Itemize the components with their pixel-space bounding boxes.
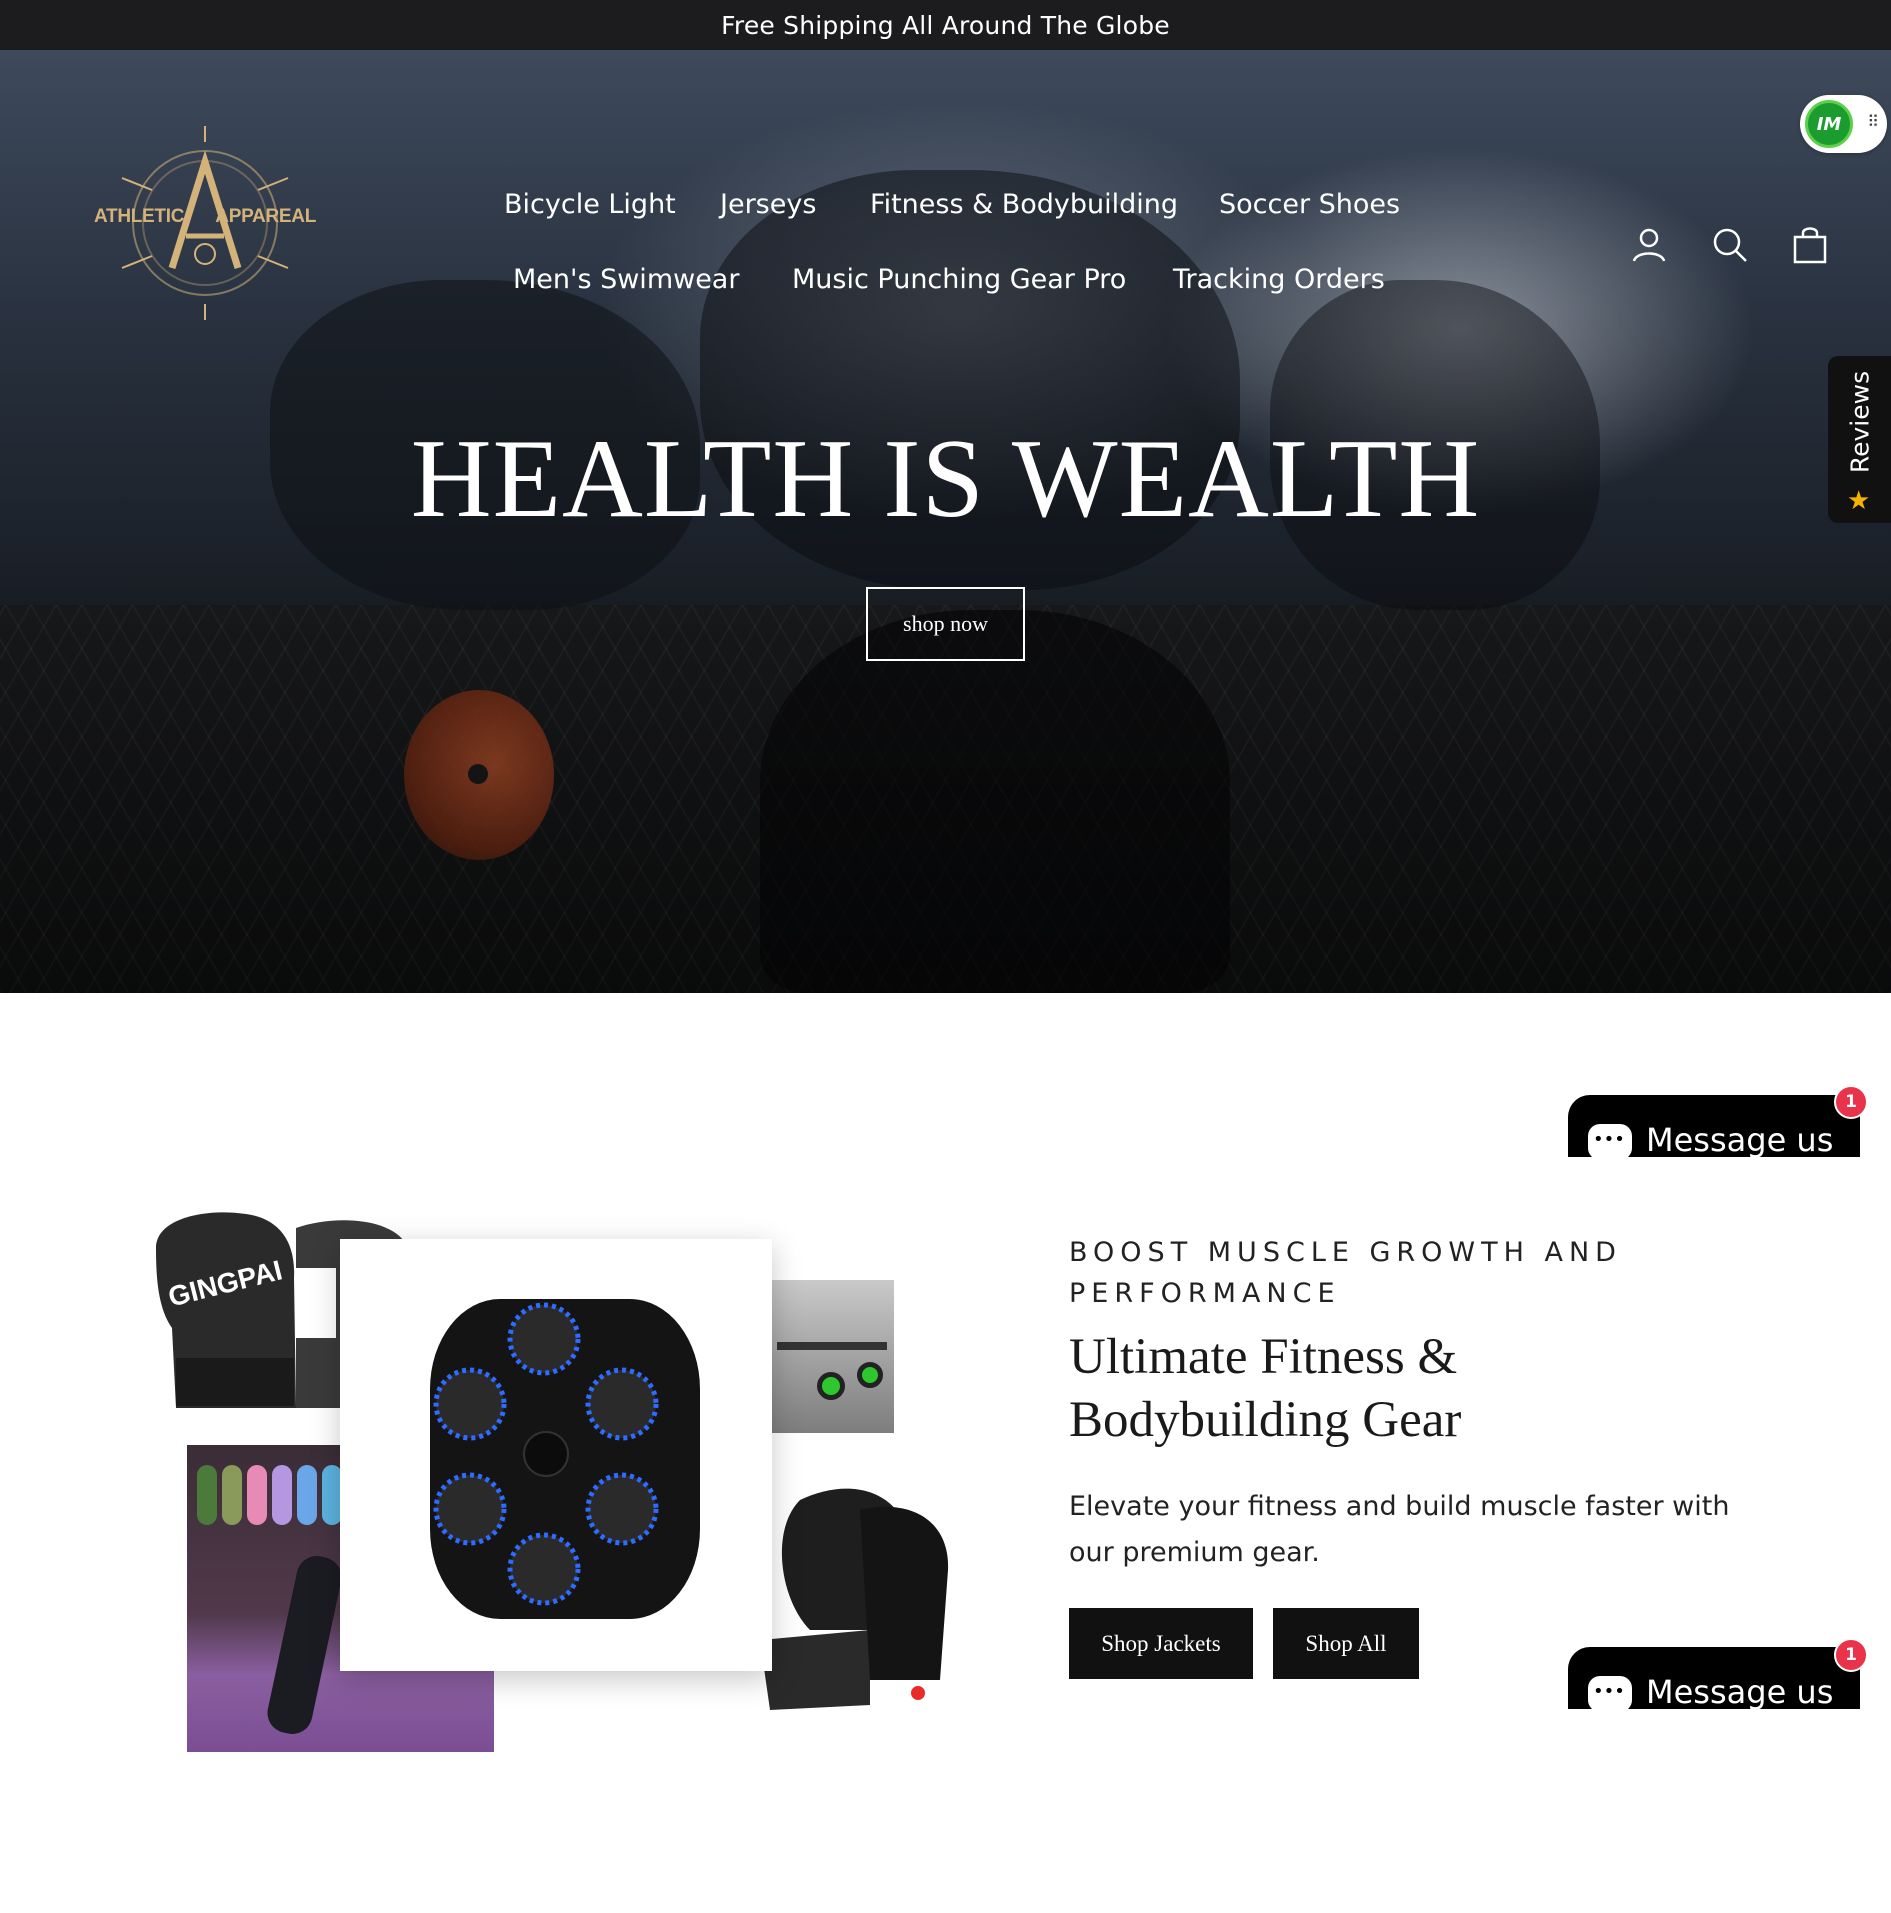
account-icon[interactable] xyxy=(1629,225,1669,265)
boxing-gloves-icon xyxy=(760,1488,949,1710)
chat-bubble-icon xyxy=(1588,1676,1632,1709)
nav-item-soccer-shoes[interactable]: Soccer Shoes xyxy=(1219,189,1400,220)
message-count-badge: 1 xyxy=(1834,1638,1868,1672)
shop-now-button[interactable]: shop now xyxy=(866,587,1025,661)
shop-all-button[interactable]: Shop All xyxy=(1273,1608,1419,1679)
punching-pad-icon xyxy=(430,1299,700,1619)
music-punching-machine-image xyxy=(340,1239,772,1671)
logo-word-left: ATHLETIC xyxy=(94,206,185,227)
boxing-gloves-image xyxy=(740,1480,960,1720)
chat-bubble-icon xyxy=(1588,1124,1632,1157)
reviews-label: Reviews xyxy=(1845,370,1875,474)
message-us-label: Message us xyxy=(1646,1121,1834,1157)
message-us-button[interactable]: Message us xyxy=(1568,1647,1860,1709)
message-count-badge: 1 xyxy=(1834,1085,1868,1119)
feature-title: Ultimate Fitness & Bodybuilding Gear xyxy=(1069,1329,1462,1448)
message-us-label: Message us xyxy=(1646,1673,1834,1709)
nav-item-music-punching-gear-pro[interactable]: Music Punching Gear Pro xyxy=(792,264,1126,295)
brand-logo[interactable]: ATHLETIC APPAREAL xyxy=(92,118,318,328)
logo-wordmark: ATHLETIC APPAREAL xyxy=(92,206,318,228)
im-logo-icon: IM xyxy=(1805,100,1853,148)
nav-item-mens-swimwear[interactable]: Men's Swimwear xyxy=(513,264,739,295)
shop-jackets-button[interactable]: Shop Jackets xyxy=(1069,1608,1253,1679)
im-widget[interactable]: IM ⠿ xyxy=(1800,95,1887,153)
nav-item-jerseys[interactable]: Jerseys xyxy=(720,189,816,220)
reviews-tab[interactable]: Reviews ★ xyxy=(1828,356,1891,523)
star-icon: ★ xyxy=(1847,486,1871,516)
cart-icon[interactable] xyxy=(1790,225,1830,265)
hero-title: HEALTH IS WEALTH xyxy=(410,417,1481,541)
nav-item-tracking-orders[interactable]: Tracking Orders xyxy=(1173,264,1385,295)
feature-description: Elevate your fitness and build muscle fa… xyxy=(1069,1491,1730,1568)
nav-item-bicycle-light[interactable]: Bicycle Light xyxy=(504,189,676,220)
announcement-bar: Free Shipping All Around The Globe xyxy=(0,0,1891,50)
announcement-text: Free Shipping All Around The Globe xyxy=(721,10,1170,40)
search-icon[interactable] xyxy=(1710,225,1750,265)
im-logo-label: IM xyxy=(1816,113,1842,135)
nav-item-fitness-bodybuilding[interactable]: Fitness & Bodybuilding xyxy=(870,189,1178,220)
feature-subheading: BOOST MUSCLE GROWTH AND PERFORMANCE xyxy=(1069,1237,1622,1309)
drag-handle-icon[interactable]: ⠿ xyxy=(1867,114,1879,130)
ab-roller-image xyxy=(771,1280,894,1433)
logo-word-right: APPAREAL xyxy=(215,206,316,227)
message-us-button[interactable]: Message us xyxy=(1568,1095,1860,1157)
